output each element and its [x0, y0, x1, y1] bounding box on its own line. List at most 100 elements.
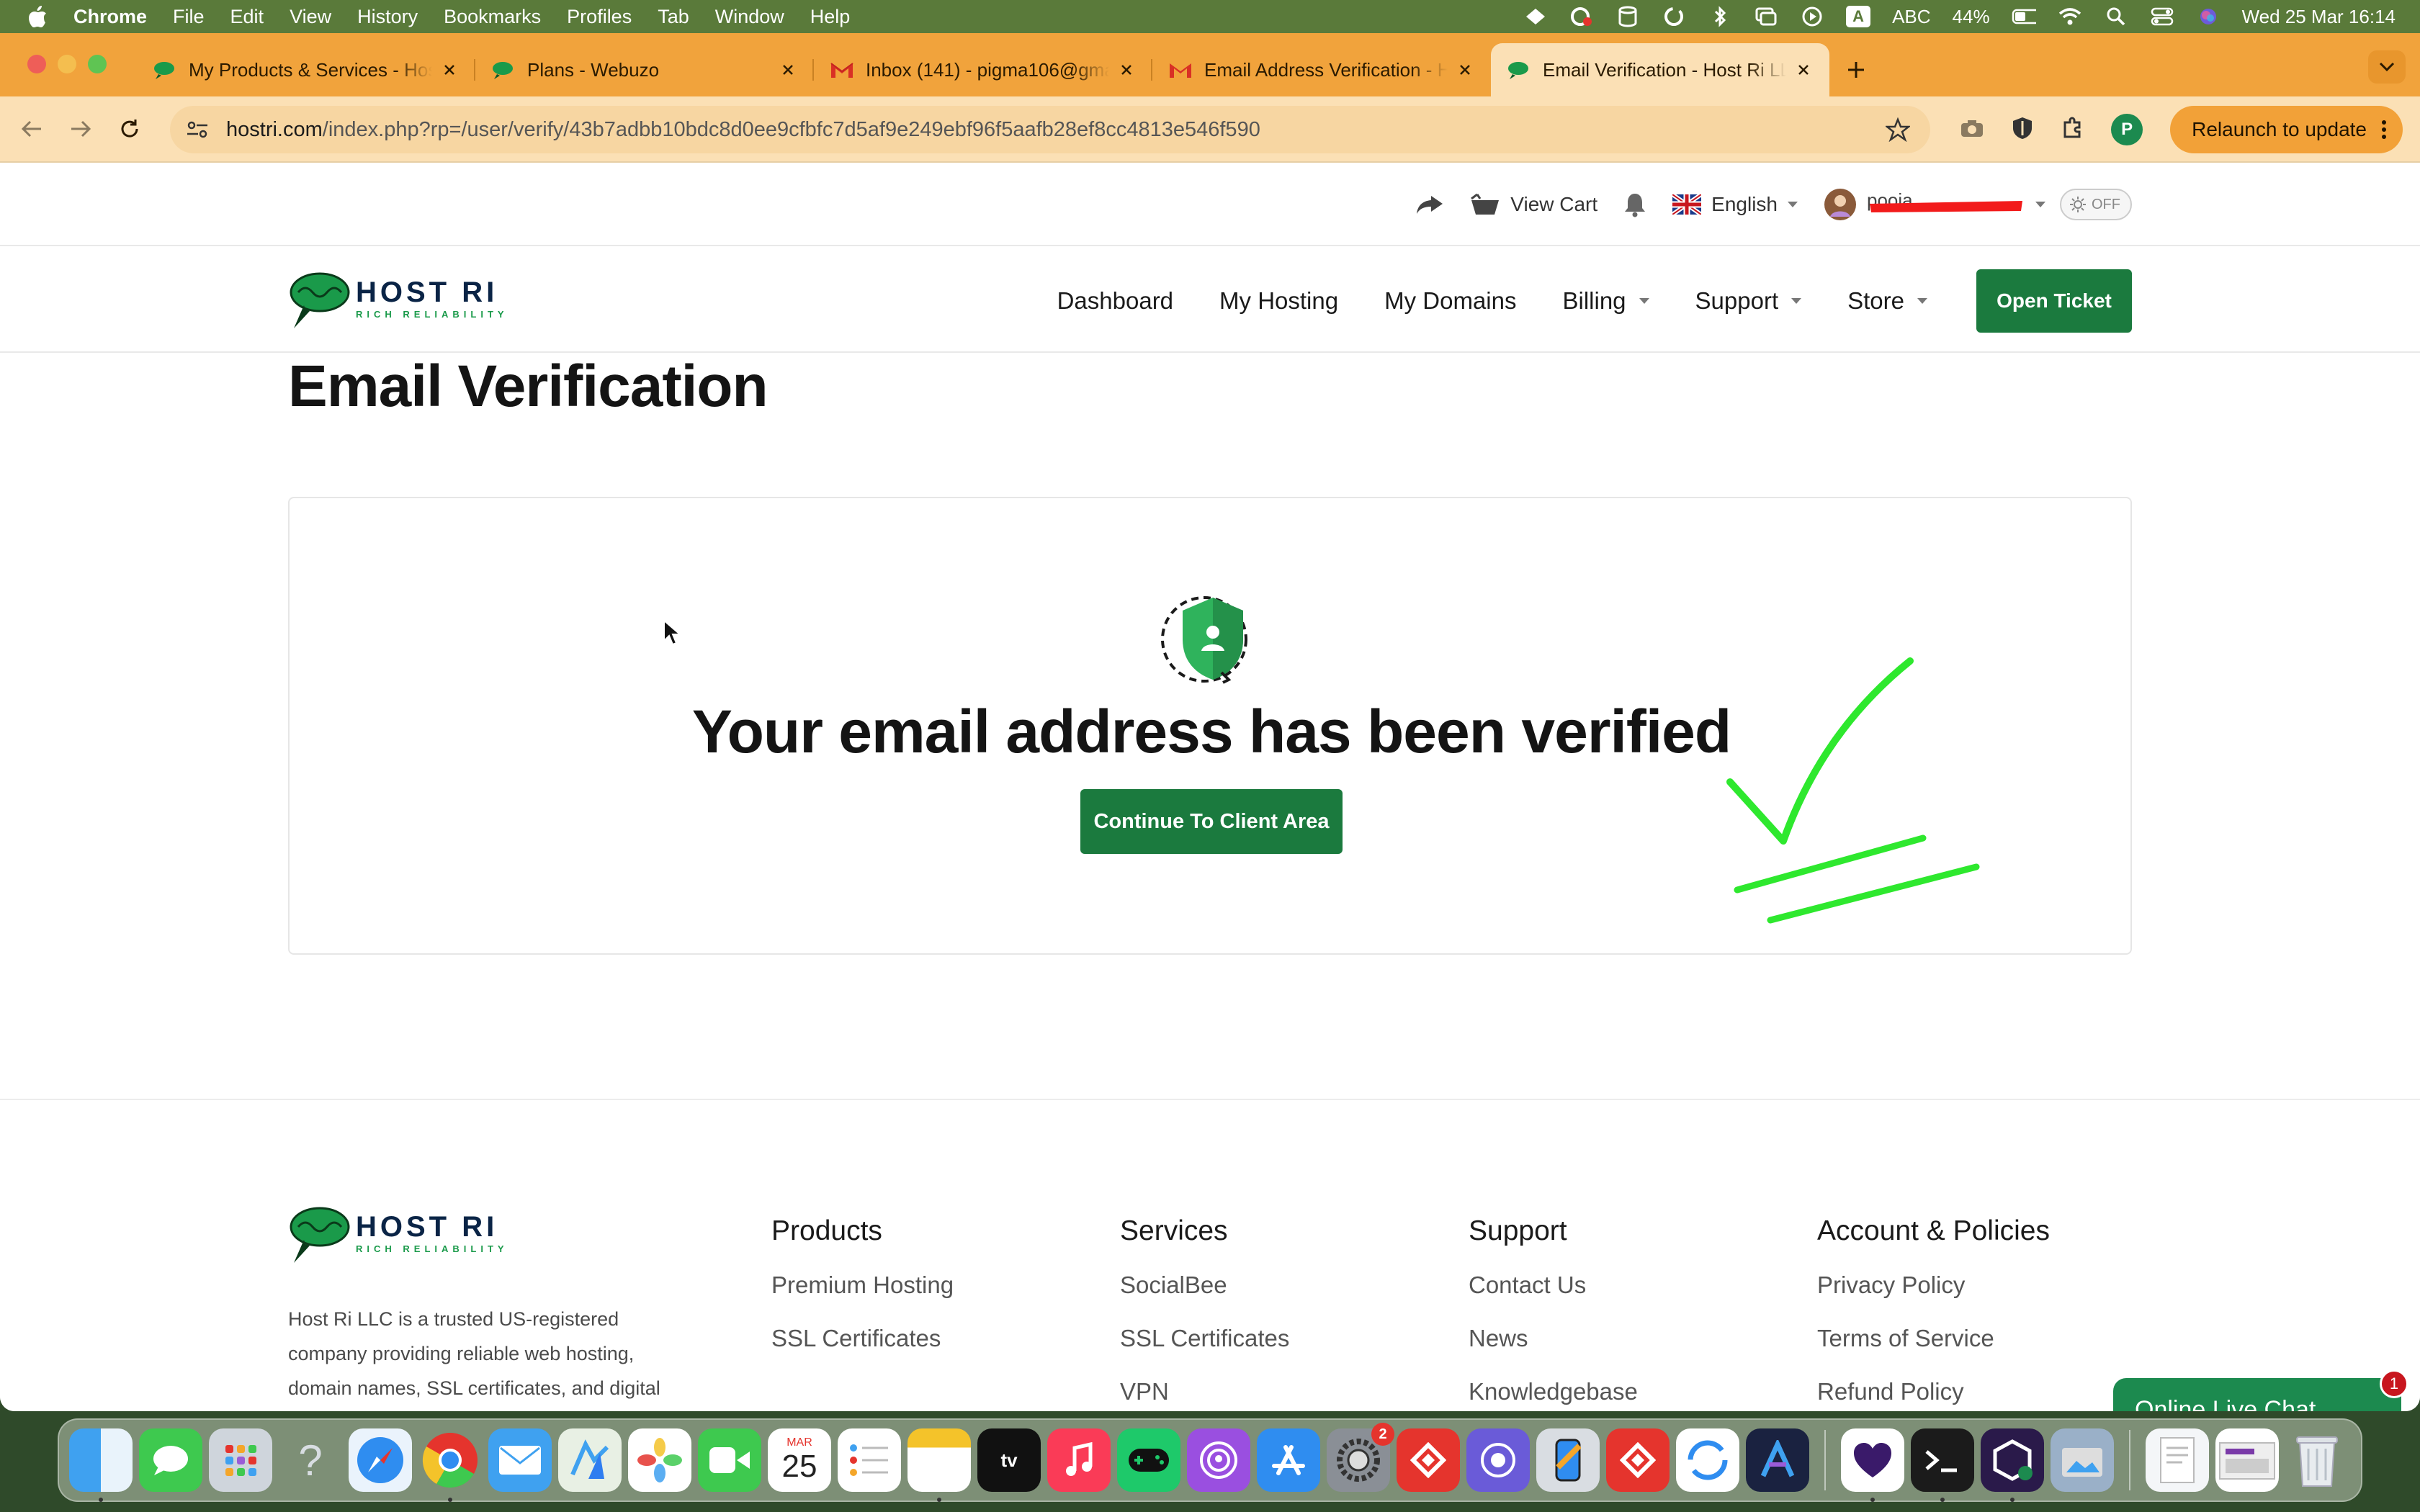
tab-email-verification-active[interactable]: Email Verification - Host Ri LLC — [1491, 43, 1829, 96]
app-store-icon[interactable] — [1257, 1428, 1320, 1492]
footer-link[interactable]: VPN — [1120, 1378, 1289, 1405]
heart-app-icon[interactable] — [1841, 1428, 1904, 1502]
shield-extension-icon[interactable] — [2012, 116, 2033, 144]
control-center-icon[interactable] — [2150, 6, 2174, 27]
facetime-icon[interactable] — [698, 1428, 761, 1492]
footer-logo[interactable]: HOST RI RICH RELIABILITY — [288, 1202, 508, 1266]
screen-recorder-icon[interactable] — [1466, 1428, 1530, 1492]
battery-percent[interactable]: 44% — [1953, 6, 1990, 28]
bluetooth-icon[interactable] — [1708, 6, 1732, 27]
system-settings-icon[interactable]: 2 — [1327, 1423, 1394, 1492]
footer-link[interactable]: Terms of Service — [1817, 1325, 2050, 1352]
footer-link[interactable]: SocialBee — [1120, 1272, 1289, 1299]
open-ticket-button[interactable]: Open Ticket — [1976, 269, 2132, 333]
anydesk-icon[interactable] — [1397, 1428, 1460, 1492]
close-tab-icon[interactable] — [778, 60, 798, 80]
input-source-label[interactable]: ABC — [1892, 6, 1930, 28]
forward-button[interactable] — [63, 112, 98, 146]
menu-window[interactable]: Window — [715, 6, 784, 28]
camera-icon[interactable] — [1960, 118, 1984, 142]
database-icon[interactable] — [1615, 6, 1640, 27]
back-button[interactable] — [14, 112, 49, 146]
launchpad-icon[interactable] — [209, 1428, 272, 1492]
nav-dashboard[interactable]: Dashboard — [1057, 287, 1173, 315]
creative-cloud-icon[interactable] — [1569, 6, 1594, 27]
footer-link[interactable]: News — [1469, 1325, 1638, 1352]
terminal-icon[interactable] — [1911, 1428, 1974, 1502]
zoom-window-button[interactable] — [88, 55, 107, 73]
language-selector[interactable]: English — [1672, 193, 1798, 216]
help-question-icon[interactable]: ? — [279, 1428, 342, 1492]
tab-my-products[interactable]: My Products & Services - Host Ri — [137, 43, 475, 96]
menu-app-name[interactable]: Chrome — [73, 6, 147, 28]
dark-mode-toggle[interactable]: OFF — [2060, 189, 2132, 220]
notifications-button[interactable] — [1623, 192, 1646, 217]
music-icon[interactable] — [1047, 1428, 1111, 1492]
wifi-icon[interactable] — [2058, 6, 2082, 27]
footer-link[interactable]: SSL Certificates — [1120, 1325, 1289, 1352]
calendar-icon[interactable]: MAR 25 — [768, 1428, 831, 1492]
messages-icon[interactable] — [139, 1428, 202, 1492]
reload-button[interactable] — [112, 112, 147, 146]
user-account-menu[interactable]: pooja — [1824, 188, 2045, 221]
menu-file[interactable]: File — [173, 6, 205, 28]
close-tab-icon[interactable] — [1116, 60, 1137, 80]
iphone-mirroring-icon[interactable] — [1536, 1428, 1600, 1492]
site-logo[interactable]: HOST RI RICH RELIABILITY — [288, 268, 508, 331]
footer-link[interactable]: Privacy Policy — [1817, 1272, 2050, 1299]
site-info-icon[interactable] — [183, 115, 212, 144]
battery-icon[interactable] — [2012, 6, 2036, 27]
footer-link[interactable]: Premium Hosting — [771, 1272, 954, 1299]
chrome-icon[interactable] — [418, 1428, 482, 1502]
close-tab-icon[interactable] — [1793, 60, 1814, 80]
nav-my-domains[interactable]: My Domains — [1384, 287, 1516, 315]
apple-tv-icon[interactable]: tv — [977, 1428, 1041, 1492]
siri-icon[interactable] — [2196, 6, 2220, 27]
diamond-app-icon[interactable] — [1523, 6, 1548, 27]
tab-search-button[interactable] — [2368, 50, 2406, 84]
continue-to-client-area-button[interactable]: Continue To Client Area — [1080, 789, 1343, 854]
nav-support[interactable]: Support — [1695, 287, 1802, 315]
notes-icon[interactable] — [908, 1428, 971, 1502]
tab-webuzo-plans[interactable]: Plans - Webuzo — [475, 43, 814, 96]
menu-bookmarks[interactable]: Bookmarks — [444, 6, 541, 28]
minimize-window-button[interactable] — [58, 55, 76, 73]
menu-tab[interactable]: Tab — [658, 6, 689, 28]
mail-icon[interactable] — [488, 1428, 552, 1492]
arc-launcher-icon[interactable] — [1746, 1428, 1809, 1492]
preview-icon[interactable] — [2051, 1428, 2114, 1492]
game-controller-app-icon[interactable] — [1117, 1428, 1180, 1492]
reminders-icon[interactable] — [838, 1428, 901, 1492]
apple-menu-icon[interactable] — [27, 6, 49, 27]
menubar-clock[interactable]: Wed 25 Mar 16:14 — [2242, 6, 2396, 28]
address-bar[interactable]: hostri.com/index.php?rp=/user/verify/43b… — [170, 106, 1930, 153]
view-cart-link[interactable]: View Cart — [1470, 192, 1597, 217]
screen-mirroring-icon[interactable] — [1754, 6, 1778, 27]
menu-profiles[interactable]: Profiles — [567, 6, 632, 28]
nav-store[interactable]: Store — [1847, 287, 1927, 315]
code-app-icon[interactable] — [1981, 1428, 2044, 1502]
nav-my-hosting[interactable]: My Hosting — [1219, 287, 1338, 315]
bookmark-star-icon[interactable] — [1884, 117, 1912, 148]
relaunch-to-update-button[interactable]: Relaunch to update — [2170, 106, 2403, 153]
play-circle-icon[interactable] — [1800, 6, 1824, 27]
footer-link[interactable]: Refund Policy — [1817, 1378, 2050, 1405]
close-window-button[interactable] — [27, 55, 46, 73]
sync-app-icon[interactable] — [1676, 1428, 1739, 1492]
share-button[interactable] — [1415, 194, 1444, 215]
footer-link[interactable]: SSL Certificates — [771, 1325, 954, 1352]
close-tab-icon[interactable] — [439, 60, 460, 80]
new-tab-button[interactable] — [1829, 43, 1883, 96]
tab-gmail-inbox[interactable]: Inbox (141) - pigma106@gmail.com — [814, 43, 1152, 96]
podcasts-icon[interactable] — [1187, 1428, 1250, 1492]
keyboard-input-icon[interactable]: A — [1846, 6, 1871, 27]
close-tab-icon[interactable] — [1455, 60, 1475, 80]
maps-icon[interactable] — [558, 1428, 622, 1492]
sync-icon[interactable] — [1662, 6, 1686, 27]
spotlight-search-icon[interactable] — [2104, 6, 2128, 27]
menu-history[interactable]: History — [357, 6, 418, 28]
photos-icon[interactable] — [628, 1428, 691, 1492]
footer-link[interactable]: Contact Us — [1469, 1272, 1638, 1299]
footer-link[interactable]: Knowledgebase — [1469, 1378, 1638, 1405]
menu-edit[interactable]: Edit — [230, 6, 264, 28]
